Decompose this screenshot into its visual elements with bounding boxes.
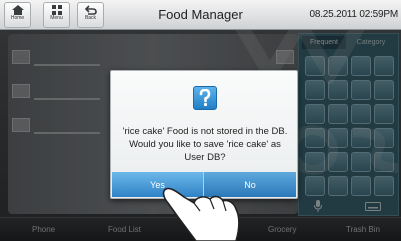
- top-bar: Home Menu Back Food Manager 08.25.2011 0…: [0, 0, 401, 30]
- question-icon: [193, 86, 217, 110]
- pointing-hand-icon: [162, 187, 240, 241]
- date-time: 08.25.2011 02:59PM: [309, 9, 398, 20]
- dialog-message-line: User DB?: [184, 152, 226, 163]
- save-food-dialog: 'rice cake' Food is not stored in the DB…: [110, 70, 298, 199]
- app-screen: Frequent Category Phone Food List Grocer…: [0, 0, 401, 241]
- dialog-message: 'rice cake' Food is not stored in the DB…: [117, 125, 293, 164]
- dialog-message-line: 'rice cake' Food is not stored in the DB…: [122, 126, 288, 137]
- dialog-message-line: Would you like to save 'rice cake' as: [129, 139, 281, 150]
